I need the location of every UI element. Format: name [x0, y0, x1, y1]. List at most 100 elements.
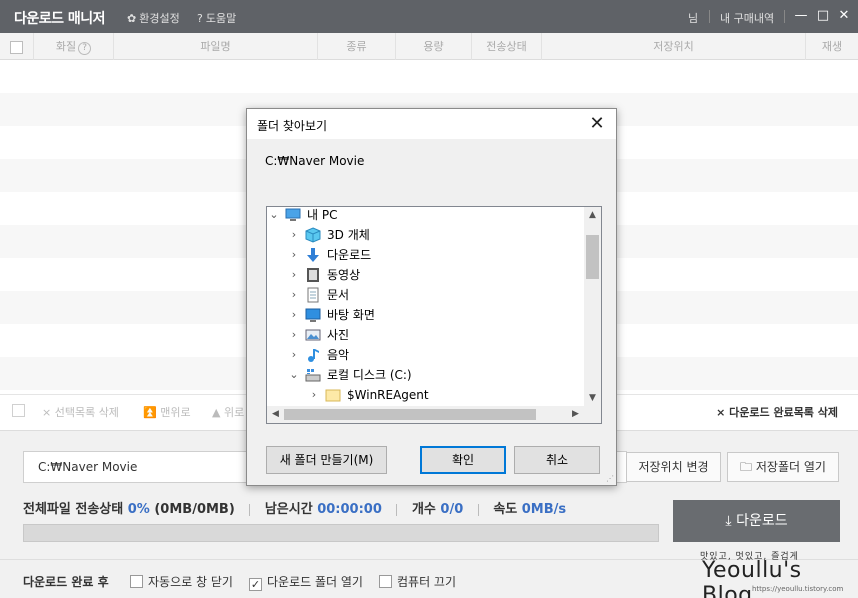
tree-item[interactable]: › 사진	[267, 325, 585, 345]
chevron-right-icon[interactable]: ›	[289, 325, 299, 345]
scroll-thumb[interactable]	[284, 409, 536, 420]
open-folder-option[interactable]: ✓ 다운로드 폴더 열기	[249, 573, 363, 591]
chevron-down-icon[interactable]: ⌄	[289, 365, 299, 385]
music-icon	[305, 347, 321, 363]
maximize-icon[interactable]: □	[814, 7, 832, 25]
open-folder-label: 저장폴더 열기	[755, 460, 826, 474]
close-icon[interactable]: ✕	[835, 7, 853, 25]
download-button[interactable]: ⤓ 다운로드	[673, 500, 840, 542]
tree-item[interactable]: › 다운로드	[267, 245, 585, 265]
delete-completed-button[interactable]: × 다운로드 완료목록 삭제	[716, 404, 838, 420]
count-value: 0/0	[440, 502, 464, 517]
help-circle-icon[interactable]: ?	[78, 42, 92, 55]
scroll-thumb[interactable]	[586, 235, 599, 279]
select-all-cell	[0, 33, 34, 60]
chevron-right-icon[interactable]: ›	[309, 385, 319, 405]
tree-item[interactable]: › 동영상	[267, 265, 585, 285]
tree-item-label: 로컬 디스크 (C:)	[327, 368, 412, 382]
column-status[interactable]: 전송상태	[472, 33, 542, 60]
folder-icon	[325, 387, 341, 403]
count-label: 개수	[411, 502, 436, 517]
download-icon: ⤓	[725, 513, 732, 529]
user-name[interactable]: 님	[688, 10, 698, 26]
tree-item[interactable]: › $WinREAgent	[267, 385, 585, 405]
move-up-label: 위로	[223, 406, 245, 419]
open-folder-checkbox[interactable]: ✓	[249, 578, 262, 591]
scroll-right-icon[interactable]: ▶	[567, 406, 584, 423]
column-quality-label: 화질	[55, 40, 77, 53]
tree-item[interactable]: ⌄ 내 PC	[267, 207, 585, 225]
dialog-title: 폴더 찾아보기	[257, 119, 328, 133]
question-icon: ?	[197, 12, 203, 25]
move-up-button[interactable]: ▲ 위로	[212, 404, 244, 420]
chevron-down-icon[interactable]: ⌄	[269, 207, 279, 225]
cancel-button[interactable]: 취소	[514, 446, 600, 474]
ok-button[interactable]: 확인	[420, 446, 506, 474]
action-select-checkbox[interactable]	[12, 404, 25, 417]
pc-icon	[285, 207, 301, 223]
tree-item[interactable]: › 음악	[267, 345, 585, 365]
gear-icon: ✿	[127, 12, 137, 25]
tree-item[interactable]: › 3D 개체	[267, 225, 585, 245]
after-download-label: 다운로드 완료 후	[23, 575, 109, 589]
change-location-button[interactable]: 저장위치 변경	[626, 452, 721, 482]
tree-item-label: 바탕 화면	[327, 308, 375, 322]
tree-item-label: $WinREAgent	[347, 388, 429, 402]
folder-tree[interactable]: ⌄ 내 PC › 3D 개체 › 다운로드 › 동영상 › 문서 › 바탕 화면 › 사진 › 음악 ⌄ 로컬 디…	[266, 206, 602, 424]
download-label: 다운로드	[736, 513, 788, 529]
tree-item-label: 문서	[327, 288, 350, 302]
column-play[interactable]: 재생	[806, 33, 858, 60]
tree-item-label: 다운로드	[327, 248, 372, 262]
settings-label: 환경설정	[139, 12, 180, 25]
tree-item[interactable]: ⌄ 로컬 디스크 (C:)	[267, 365, 585, 385]
title-divider	[784, 10, 785, 23]
status-prefix: 전체파일 전송상태	[23, 502, 124, 517]
status-divider	[396, 503, 398, 516]
transfer-status: 전체파일 전송상태 0% (0MB/0MB) 남은시간 00:00:00 개수 …	[23, 498, 566, 517]
shutdown-checkbox[interactable]	[379, 575, 392, 588]
dialog-title-bar[interactable]: 폴더 찾아보기 ✕	[247, 109, 616, 139]
resize-grip-icon[interactable]: ⋰	[606, 474, 614, 483]
open-folder-option-label: 다운로드 폴더 열기	[267, 575, 363, 589]
tree-horizontal-scrollbar[interactable]: ◀ ▶	[267, 406, 601, 423]
status-percent: 0%	[127, 502, 150, 517]
tree-item[interactable]: › 바탕 화면	[267, 305, 585, 325]
tree-item-label: 내 PC	[307, 208, 338, 222]
purchases-link[interactable]: 내 구매내역	[720, 10, 774, 26]
desktop-icon	[305, 307, 321, 323]
chevron-right-icon[interactable]: ›	[289, 265, 299, 285]
overall-progress-bar	[23, 524, 659, 542]
chevron-right-icon[interactable]: ›	[289, 345, 299, 365]
chevron-right-icon[interactable]: ›	[289, 225, 299, 245]
chevron-right-icon[interactable]: ›	[289, 305, 299, 325]
column-quality: 화질?	[34, 33, 114, 60]
column-type[interactable]: 종류	[318, 33, 396, 60]
column-size[interactable]: 용량	[396, 33, 472, 60]
chevron-right-icon[interactable]: ›	[289, 285, 299, 305]
tree-vertical-scrollbar[interactable]: ▲ ▼	[584, 207, 601, 407]
delete-selected-button[interactable]: × 선택목록 삭제	[42, 404, 119, 420]
settings-link[interactable]: ✿ 환경설정	[127, 10, 180, 26]
list-header: 화질? 파일명 종류 용량 전송상태 저장위치 재생	[0, 33, 858, 60]
watermark-url: https://yeoullu.tistory.com	[752, 585, 844, 593]
open-folder-button[interactable]: 🗀 저장폴더 열기	[727, 452, 839, 482]
help-link[interactable]: ? 도움말	[197, 10, 236, 26]
new-folder-button[interactable]: 새 폴더 만들기(M)	[266, 446, 387, 474]
tree-item[interactable]: › 문서	[267, 285, 585, 305]
to-top-button[interactable]: ⏫ 맨위로	[143, 404, 191, 420]
status-divider	[249, 503, 251, 516]
scroll-left-icon[interactable]: ◀	[267, 406, 284, 423]
close-icon[interactable]: ✕	[586, 113, 608, 135]
drive-icon	[305, 367, 321, 383]
auto-close-checkbox[interactable]	[130, 575, 143, 588]
column-location[interactable]: 저장위치	[542, 33, 806, 60]
chevron-right-icon[interactable]: ›	[289, 245, 299, 265]
auto-close-option[interactable]: 자동으로 창 닫기	[130, 573, 233, 590]
shutdown-option[interactable]: 컴퓨터 끄기	[379, 573, 456, 590]
minimize-icon[interactable]: —	[792, 7, 810, 25]
select-all-checkbox[interactable]	[10, 40, 23, 54]
speed-label: 속도	[493, 502, 518, 517]
scroll-down-icon[interactable]: ▼	[584, 390, 601, 407]
scroll-up-icon[interactable]: ▲	[584, 207, 601, 224]
column-filename[interactable]: 파일명	[114, 33, 318, 60]
